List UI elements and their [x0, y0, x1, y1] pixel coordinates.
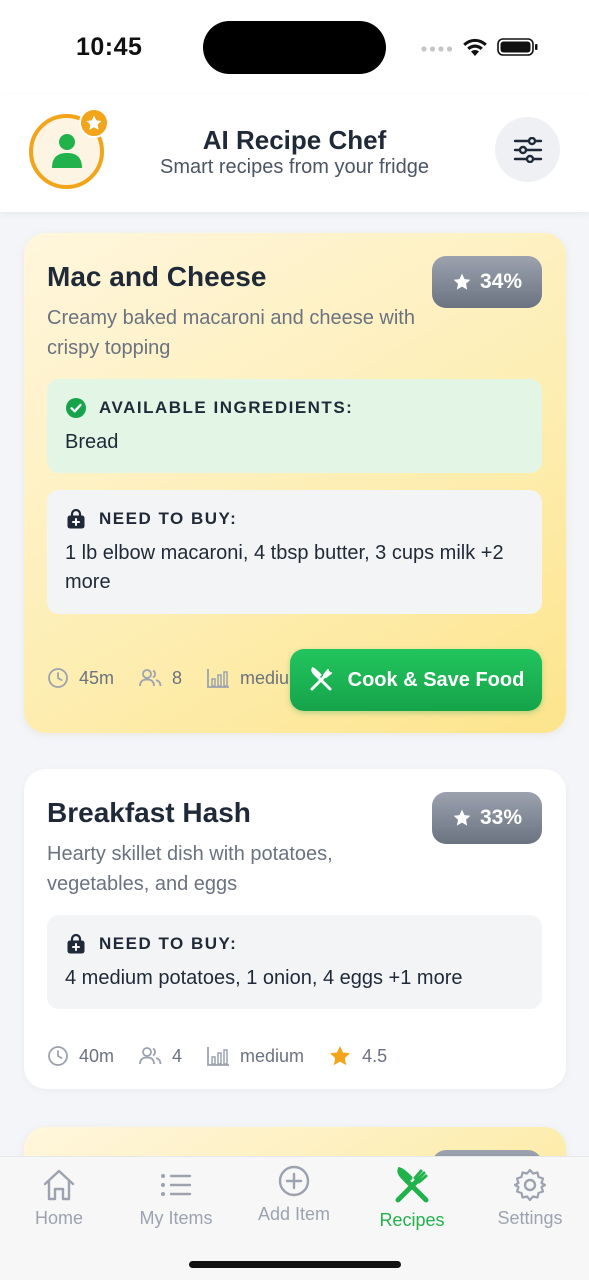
home-indicator — [189, 1261, 401, 1268]
tab-label: Add Item — [257, 1204, 331, 1224]
tab-label: My Items — [139, 1208, 213, 1228]
star-icon — [453, 273, 471, 290]
dynamic-island — [203, 21, 386, 74]
recipe-card[interactable] — [24, 1127, 566, 1156]
match-percent: 33% — [479, 806, 523, 829]
home-icon — [43, 1169, 75, 1201]
recipe-description: Hearty skillet dish with potatoes, veget… — [47, 843, 333, 895]
cook-time: 45m — [79, 667, 115, 688]
recipe-card[interactable]: Breakfast Hash 33% Hearty skillet dish w… — [24, 769, 566, 1089]
tab-settings[interactable]: Settings — [471, 1167, 589, 1229]
match-badge: 33% — [432, 792, 542, 844]
status-time: 10:45 — [76, 33, 143, 61]
tab-label: Settings — [497, 1208, 563, 1228]
available-ingredients: AVAILABLE INGREDIENTS: Bread — [47, 379, 542, 473]
utensils-icon — [395, 1167, 429, 1203]
tab-label: Recipes — [379, 1210, 445, 1230]
tab-label: Home — [34, 1208, 83, 1228]
available-label: AVAILABLE INGREDIENTS: — [99, 398, 354, 417]
bar-chart-icon — [207, 1047, 230, 1066]
cook-time: 40m — [79, 1045, 115, 1066]
cook-button-label: Cook & Save Food — [347, 668, 525, 691]
recipe-card[interactable]: Mac and Cheese 34% Creamy baked macaroni… — [24, 233, 566, 733]
need-to-buy: NEED TO BUY: 4 medium potatoes, 1 onion,… — [47, 915, 542, 1009]
need-to-buy-list: 4 medium potatoes, 1 onion, 4 eggs +1 mo… — [65, 967, 463, 989]
cellular-signal-icon — [421, 46, 453, 52]
sliders-icon — [513, 136, 542, 163]
gear-icon — [513, 1168, 547, 1202]
need-to-buy-label: NEED TO BUY: — [99, 934, 238, 953]
plus-circle-icon — [278, 1165, 310, 1197]
users-icon — [139, 1047, 162, 1065]
tab-recipes[interactable]: Recipes — [353, 1167, 471, 1231]
available-list: Bread — [65, 431, 119, 453]
check-circle-icon — [66, 398, 86, 418]
filter-button[interactable] — [495, 117, 560, 182]
cook-and-save-button[interactable]: Cook & Save Food — [290, 649, 542, 711]
shopping-bag-icon — [67, 508, 85, 529]
tab-add-item[interactable]: Add Item — [235, 1163, 353, 1225]
star-icon — [330, 1046, 351, 1066]
tab-home[interactable]: Home — [0, 1167, 118, 1229]
star-icon — [453, 809, 471, 826]
servings: 8 — [172, 667, 183, 688]
utensils-icon — [310, 667, 332, 691]
clock-icon — [48, 668, 68, 688]
status-bar: 10:45 — [0, 0, 589, 95]
servings: 4 — [172, 1045, 183, 1066]
match-badge: 34% — [432, 256, 542, 308]
match-percent: 34% — [479, 270, 523, 293]
recipe-title: Mac and Cheese — [47, 261, 267, 292]
shopping-bag-icon — [67, 933, 85, 954]
recipe-title: Breakfast Hash — [47, 797, 251, 828]
need-to-buy: NEED TO BUY: 1 lb elbow macaroni, 4 tbsp… — [47, 490, 542, 614]
recipe-meta: 40m 4 medium 4.5 — [47, 1044, 411, 1068]
rating: 4.5 — [362, 1045, 388, 1066]
need-to-buy-label: NEED TO BUY: — [99, 509, 238, 528]
wifi-icon — [463, 38, 487, 56]
need-to-buy-list: 1 lb elbow macaroni, 4 tbsp butter, 3 cu… — [65, 542, 504, 593]
list-icon — [161, 1174, 192, 1196]
battery-icon — [497, 38, 538, 56]
tab-my-items[interactable]: My Items — [117, 1167, 235, 1229]
bar-chart-icon — [207, 669, 230, 688]
recipe-description: Creamy baked macaroni and cheese with cr… — [47, 307, 415, 359]
recipe-list[interactable]: Mac and Cheese 34% Creamy baked macaroni… — [0, 212, 589, 1156]
users-icon — [139, 669, 162, 687]
difficulty: medium — [240, 1045, 305, 1066]
recipe-meta: 45m 8 medium — [47, 667, 307, 689]
app-header: AI Recipe Chef Smart recipes from your f… — [0, 95, 589, 212]
clock-icon — [48, 1046, 68, 1066]
